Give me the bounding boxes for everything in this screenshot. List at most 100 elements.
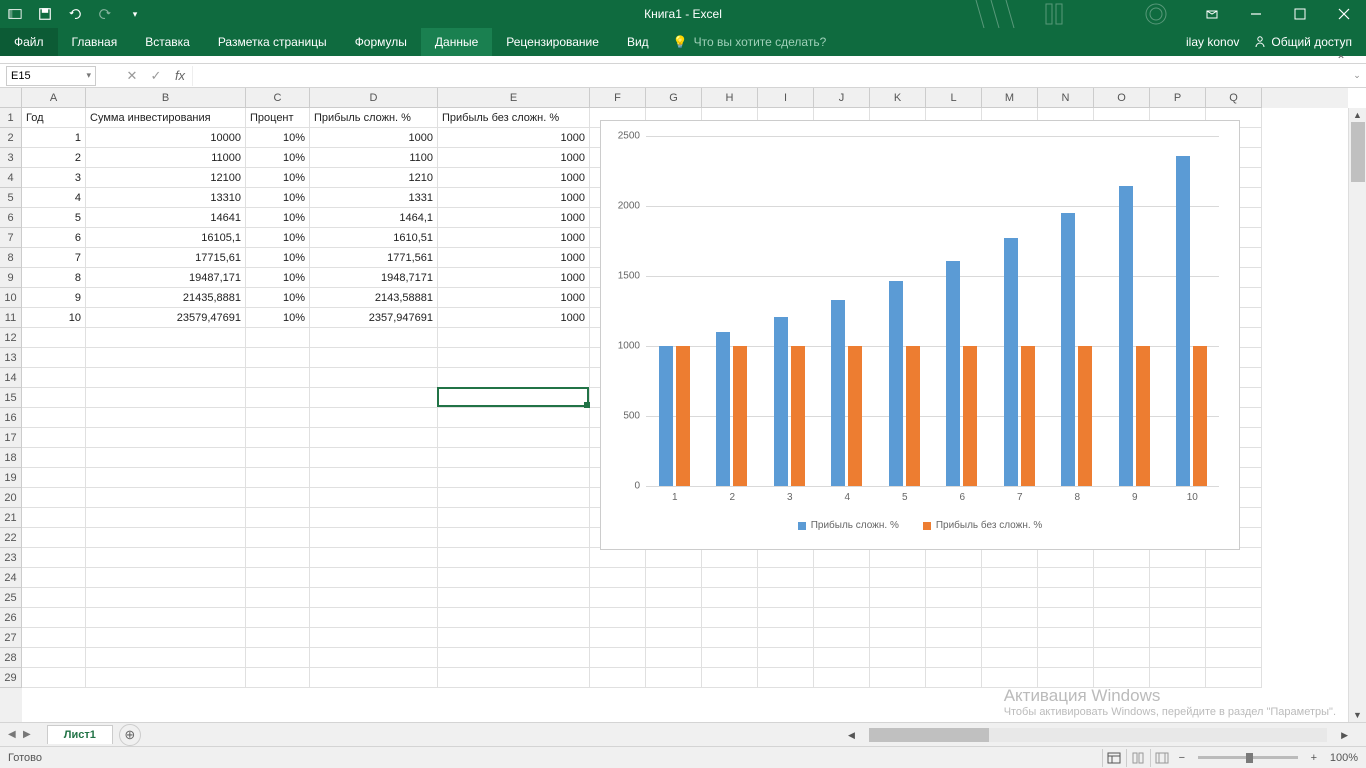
- cell[interactable]: 7: [22, 248, 86, 268]
- ribbon-tab-вставка[interactable]: Вставка: [131, 28, 204, 56]
- expand-formula-button[interactable]: ⌄: [1348, 70, 1366, 81]
- cell[interactable]: 17715,61: [86, 248, 246, 268]
- cell[interactable]: [22, 588, 86, 608]
- cell[interactable]: [246, 388, 310, 408]
- chart-bar[interactable]: [831, 300, 845, 486]
- cell[interactable]: [590, 648, 646, 668]
- cell[interactable]: 10%: [246, 208, 310, 228]
- cell[interactable]: [246, 428, 310, 448]
- cell[interactable]: [870, 648, 926, 668]
- row-header[interactable]: 3: [0, 148, 22, 168]
- cell[interactable]: 2143,58881: [310, 288, 438, 308]
- zoom-in-button[interactable]: +: [1306, 752, 1322, 764]
- cell[interactable]: [758, 548, 814, 568]
- col-header[interactable]: A: [22, 88, 86, 108]
- row-header[interactable]: 21: [0, 508, 22, 528]
- cell[interactable]: [590, 568, 646, 588]
- col-header[interactable]: B: [86, 88, 246, 108]
- row-header[interactable]: 27: [0, 628, 22, 648]
- cell[interactable]: [590, 608, 646, 628]
- col-header[interactable]: E: [438, 88, 590, 108]
- cell[interactable]: 6: [22, 228, 86, 248]
- cell[interactable]: 10%: [246, 308, 310, 328]
- cell[interactable]: [1150, 588, 1206, 608]
- cell[interactable]: [438, 608, 590, 628]
- chart-bar[interactable]: [676, 346, 690, 486]
- row-header[interactable]: 20: [0, 488, 22, 508]
- cell[interactable]: 10%: [246, 248, 310, 268]
- row-header[interactable]: 14: [0, 368, 22, 388]
- cell[interactable]: [814, 648, 870, 668]
- cell[interactable]: 2: [22, 148, 86, 168]
- cell[interactable]: 3: [22, 168, 86, 188]
- cell[interactable]: [438, 548, 590, 568]
- cell[interactable]: [814, 548, 870, 568]
- cell[interactable]: [1094, 568, 1150, 588]
- cell[interactable]: 1771,561: [310, 248, 438, 268]
- cell[interactable]: [86, 628, 246, 648]
- maximize-button[interactable]: [1278, 0, 1322, 28]
- cell[interactable]: [438, 468, 590, 488]
- cell[interactable]: [310, 468, 438, 488]
- cell[interactable]: 21435,8881: [86, 288, 246, 308]
- cell[interactable]: [22, 328, 86, 348]
- cell[interactable]: [22, 468, 86, 488]
- chart-bar[interactable]: [848, 346, 862, 486]
- cell[interactable]: [86, 588, 246, 608]
- row-header[interactable]: 18: [0, 448, 22, 468]
- cell[interactable]: [22, 368, 86, 388]
- cell[interactable]: [22, 428, 86, 448]
- cell[interactable]: 1464,1: [310, 208, 438, 228]
- zoom-level[interactable]: 100%: [1330, 752, 1358, 764]
- cell[interactable]: [86, 328, 246, 348]
- cell[interactable]: [310, 488, 438, 508]
- chart-bar[interactable]: [1193, 346, 1207, 486]
- row-header[interactable]: 11: [0, 308, 22, 328]
- col-header[interactable]: D: [310, 88, 438, 108]
- name-box[interactable]: E15: [6, 66, 96, 86]
- ribbon-tab-формулы[interactable]: Формулы: [341, 28, 421, 56]
- cell[interactable]: 1000: [438, 268, 590, 288]
- ribbon-tab-вид[interactable]: Вид: [613, 28, 663, 56]
- cell[interactable]: [1150, 628, 1206, 648]
- cell[interactable]: [926, 568, 982, 588]
- cell[interactable]: [438, 568, 590, 588]
- col-header[interactable]: J: [814, 88, 870, 108]
- cancel-icon[interactable]: ✕: [120, 68, 144, 84]
- cell[interactable]: [310, 448, 438, 468]
- cell[interactable]: [870, 608, 926, 628]
- chart-bar[interactable]: [963, 346, 977, 486]
- chart-bar[interactable]: [1078, 346, 1092, 486]
- chart-bar[interactable]: [1061, 213, 1075, 486]
- cell[interactable]: [438, 388, 590, 408]
- row-header[interactable]: 2: [0, 128, 22, 148]
- cell[interactable]: 1000: [438, 228, 590, 248]
- cell[interactable]: Прибыль сложн. %: [310, 108, 438, 128]
- cell[interactable]: [246, 608, 310, 628]
- cell[interactable]: [870, 668, 926, 688]
- chart-bar[interactable]: [1004, 238, 1018, 486]
- cell[interactable]: [1094, 608, 1150, 628]
- cell[interactable]: [310, 568, 438, 588]
- row-header[interactable]: 29: [0, 668, 22, 688]
- cell[interactable]: [22, 628, 86, 648]
- row-header[interactable]: 22: [0, 528, 22, 548]
- row-header[interactable]: 13: [0, 348, 22, 368]
- ribbon-collapse-button[interactable]: ⌃: [0, 56, 1366, 64]
- horizontal-scrollbar[interactable]: ◀ ▶: [848, 726, 1348, 744]
- cell[interactable]: [310, 328, 438, 348]
- cell[interactable]: 1000: [438, 148, 590, 168]
- cell[interactable]: [438, 488, 590, 508]
- cell[interactable]: [1206, 548, 1262, 568]
- cell[interactable]: 13310: [86, 188, 246, 208]
- col-header[interactable]: O: [1094, 88, 1150, 108]
- cell[interactable]: [1038, 608, 1094, 628]
- cell[interactable]: [246, 548, 310, 568]
- cell[interactable]: [246, 568, 310, 588]
- cell[interactable]: [758, 668, 814, 688]
- cell[interactable]: [22, 668, 86, 688]
- cell[interactable]: [646, 628, 702, 648]
- cell[interactable]: [590, 588, 646, 608]
- cell[interactable]: [702, 568, 758, 588]
- cell[interactable]: [1038, 628, 1094, 648]
